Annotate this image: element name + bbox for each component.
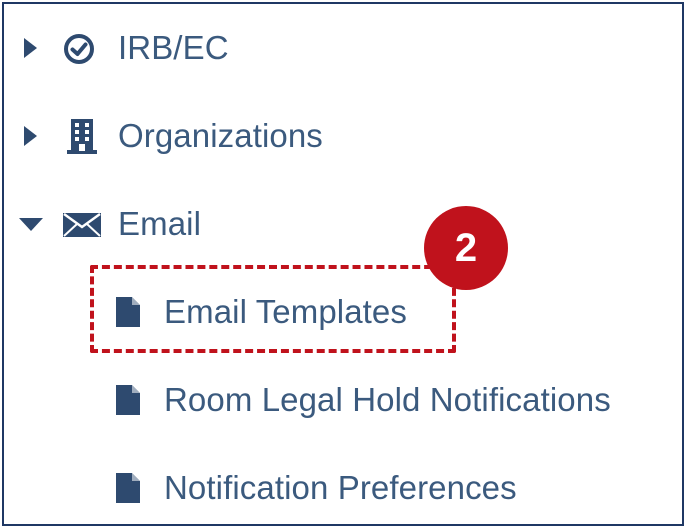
- highlight-dashed-box: [90, 265, 456, 353]
- step-number-badge: 2: [424, 206, 508, 290]
- nav-item-organizations[interactable]: Organizations: [4, 108, 684, 164]
- nav-item-irb-ec[interactable]: IRB/EC: [4, 20, 684, 76]
- document-icon: [116, 473, 140, 503]
- caret-right-icon[interactable]: [22, 125, 38, 147]
- nav-item-label: Notification Preferences: [164, 469, 517, 506]
- nav-item-label: Room Legal Hold Notifications: [164, 381, 611, 418]
- document-icon: [116, 385, 140, 415]
- nav-item-label: Organizations: [118, 117, 323, 154]
- navigation-tree-panel: IRB/EC Organizations Email Email Templat…: [2, 2, 684, 526]
- nav-item-notification-preferences[interactable]: Notification Preferences: [104, 460, 684, 516]
- caret-down-icon[interactable]: [18, 216, 44, 232]
- caret-right-icon[interactable]: [22, 37, 38, 59]
- nav-item-room-legal-hold-notifications[interactable]: Room Legal Hold Notifications: [104, 372, 684, 428]
- nav-item-email[interactable]: Email: [4, 196, 684, 252]
- envelope-icon: [63, 212, 101, 237]
- nav-item-label: IRB/EC: [118, 29, 229, 66]
- check-circle-icon: [64, 34, 94, 64]
- building-icon: [67, 119, 97, 154]
- nav-item-label: Email: [118, 205, 202, 242]
